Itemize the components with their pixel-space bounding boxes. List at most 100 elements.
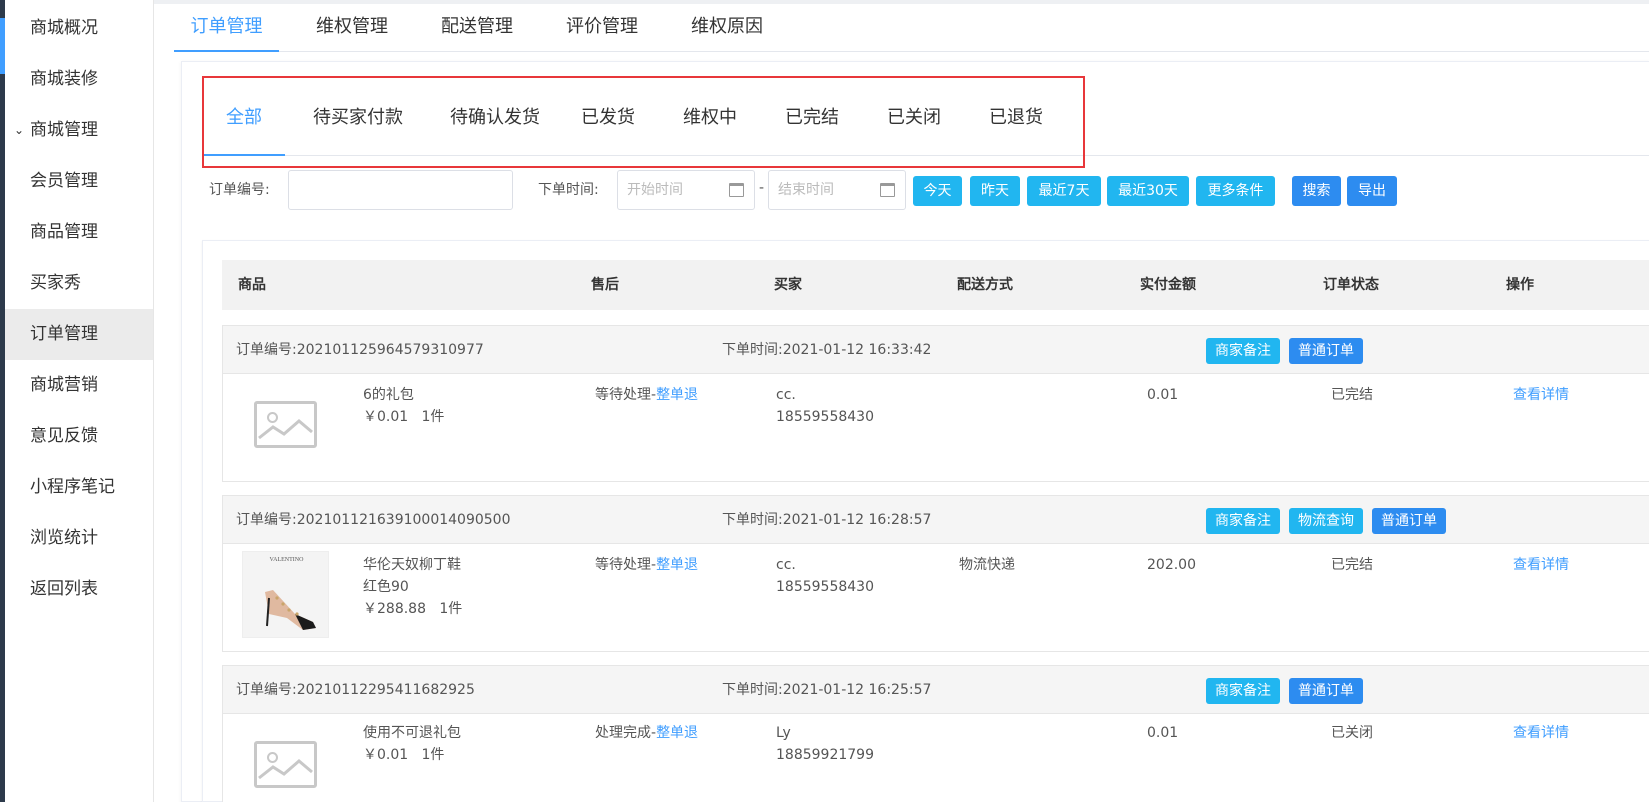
aftersale-status: 等待处理- [595, 387, 657, 403]
tab-delivery-management[interactable]: 配送管理 [427, 4, 527, 52]
last-30-days-button[interactable]: 最近30天 [1107, 176, 1189, 206]
sidebar-item-feedback[interactable]: 意见反馈 [5, 411, 153, 462]
sidebar-item-label: 商城概况 [30, 18, 98, 38]
status-tabs: 全部 待买家付款 待确认发货 已发货 维权中 已完结 已关闭 已退货 [203, 92, 1649, 156]
status-tab-pending-payment[interactable]: 待买家付款 [302, 92, 414, 156]
buyer-name: cc. [776, 387, 796, 403]
end-date-input[interactable]: 结束时间 [768, 170, 906, 210]
calendar-icon [880, 183, 895, 197]
chevron-down-icon: ⌄ [14, 123, 25, 137]
status-tab-rights-in-progress[interactable]: 维权中 [674, 92, 746, 156]
order-row: 订单编号:20210112295411682925 下单时间:2021-01-1… [222, 665, 1649, 802]
order-time-label: 下单时间: [538, 182, 599, 198]
sidebar-item-stats[interactable]: 浏览统计 [5, 513, 153, 564]
logistics-query-button[interactable]: 物流查询 [1289, 508, 1363, 534]
sidebar-item-orders[interactable]: 订单管理 [5, 309, 153, 360]
sidebar-item-miniprogram-notes[interactable]: 小程序笔记 [5, 462, 153, 513]
order-time: 下单时间:2021-01-12 16:33:42 [722, 342, 932, 358]
order-row: 订单编号:20210112596457931097​7 下单时间:2021-01… [222, 325, 1649, 482]
sidebar-item-marketing[interactable]: 商城营销 [5, 360, 153, 411]
status-tab-shipped[interactable]: 已发货 [572, 92, 644, 156]
sidebar-item-label: 商城装修 [30, 69, 98, 89]
start-date-input[interactable]: 开始时间 [617, 170, 755, 210]
product-name: 华伦天奴柳丁鞋 [363, 557, 461, 573]
order-header: 订单编号:20210112163910001409050​0 下单时间:2021… [223, 496, 1649, 544]
export-button[interactable]: 导出 [1347, 176, 1397, 206]
order-number: 订单编号:20210112163910001409050​0 [236, 512, 511, 528]
sidebar-item-label: 浏览统计 [30, 528, 98, 548]
order-header: 订单编号:20210112596457931097​7 下单时间:2021-01… [223, 326, 1649, 374]
sidebar-item-label: 买家秀 [30, 273, 81, 293]
sidebar-item-back-to-list[interactable]: 返回列表 [5, 564, 153, 615]
last-7-days-button[interactable]: 最近7天 [1027, 176, 1101, 206]
yesterday-button[interactable]: 昨天 [970, 176, 1020, 206]
sidebar-item-mall-management[interactable]: ⌄ 商城管理 [5, 105, 153, 156]
full-refund-link[interactable]: 整单退 [656, 557, 698, 573]
table-header: 商品 售后 买家 配送方式 实付金额 订单状态 操作 [222, 260, 1649, 310]
buyer-phone: 18559558430 [776, 579, 874, 595]
aftersale-cell: 处理完成-整单退 [595, 722, 698, 744]
column-header-status: 订单状态 [1323, 277, 1379, 293]
merchant-note-button[interactable]: 商家备注 [1206, 678, 1280, 704]
status-tab-all[interactable]: 全部 [203, 92, 285, 156]
image-placeholder-icon [254, 401, 317, 448]
order-type-button[interactable]: 普通订单 [1289, 678, 1363, 704]
sidebar-item-label: 商城管理 [30, 120, 98, 140]
sidebar-item-buyer-show[interactable]: 买家秀 [5, 258, 153, 309]
tab-rights-reasons[interactable]: 维权原因 [677, 4, 777, 52]
column-header-amount: 实付金额 [1140, 277, 1196, 293]
aftersale-cell: 等待处理-整单退 [595, 384, 698, 406]
aftersale-cell: 等待处理-整单退 [595, 554, 698, 576]
product-photo: VALENTINO [242, 551, 329, 638]
full-refund-link[interactable]: 整单退 [656, 387, 698, 403]
search-button[interactable]: 搜索 [1292, 176, 1341, 206]
sidebar-item-overview[interactable]: 商城概况 [5, 3, 153, 54]
end-date-placeholder: 结束时间 [778, 182, 834, 198]
view-details-link[interactable]: 查看详情 [1513, 554, 1569, 576]
product-spec: 红色90 [363, 579, 409, 595]
column-header-aftersale: 售后 [591, 277, 619, 293]
column-header-buyer: 买家 [774, 277, 802, 293]
sidebar: 商城概况 商城装修 ⌄ 商城管理 会员管理 商品管理 买家秀 订单管理 商城营销 … [5, 0, 154, 802]
buyer-phone: 18859921799 [776, 747, 874, 763]
status-tab-completed[interactable]: 已完结 [776, 92, 848, 156]
status-tab-pending-shipment[interactable]: 待确认发货 [436, 92, 554, 156]
view-details-link[interactable]: 查看详情 [1513, 384, 1569, 406]
status-tab-closed[interactable]: 已关闭 [878, 92, 950, 156]
status-tab-returned[interactable]: 已退货 [980, 92, 1052, 156]
column-header-action: 操作 [1506, 277, 1534, 293]
buyer-name: Ly [776, 725, 791, 741]
column-header-product: 商品 [238, 277, 266, 293]
order-time: 下单时间:2021-01-12 16:28:57 [722, 512, 932, 528]
merchant-note-button[interactable]: 商家备注 [1206, 338, 1280, 364]
order-type-button[interactable]: 普通订单 [1372, 508, 1446, 534]
full-refund-link[interactable]: 整单退 [656, 725, 698, 741]
tab-order-management[interactable]: 订单管理 [174, 4, 279, 52]
view-details-link[interactable]: 查看详情 [1513, 722, 1569, 744]
sidebar-item-members[interactable]: 会员管理 [5, 156, 153, 207]
paid-amount: 0.01 [1147, 387, 1179, 403]
product-price-qty: ￥0.01 1件 [363, 747, 445, 763]
merchant-note-button[interactable]: 商家备注 [1206, 508, 1280, 534]
sidebar-item-label: 小程序笔记 [30, 477, 115, 497]
product-name: 6的礼包 [363, 387, 414, 403]
today-button[interactable]: 今天 [913, 176, 962, 206]
product-name: 使用不可退礼包 [363, 725, 461, 741]
page: 商城概况 商城装修 ⌄ 商城管理 会员管理 商品管理 买家秀 订单管理 商城营销 … [0, 0, 1649, 802]
product-price-qty: ￥0.01 1件 [363, 409, 445, 425]
delivery-method: 物流快递 [959, 557, 1015, 573]
buyer-name: cc. [776, 557, 796, 573]
order-type-button[interactable]: 普通订单 [1289, 338, 1363, 364]
product-price-qty: ￥288.88 1件 [363, 601, 463, 617]
tab-rights-management[interactable]: 维权管理 [302, 4, 402, 52]
order-time: 下单时间:2021-01-12 16:25:57 [722, 682, 932, 698]
order-status: 已完结 [1331, 387, 1373, 403]
sidebar-item-products[interactable]: 商品管理 [5, 207, 153, 258]
order-number: 订单编号:20210112295411682925 [236, 682, 475, 698]
more-filters-button[interactable]: 更多条件 [1196, 176, 1275, 206]
sidebar-item-label: 意见反馈 [30, 426, 98, 446]
tab-review-management[interactable]: 评价管理 [552, 4, 652, 52]
order-row: 订单编号:20210112163910001409050​0 下单时间:2021… [222, 495, 1649, 652]
sidebar-item-decoration[interactable]: 商城装修 [5, 54, 153, 105]
order-no-input[interactable] [288, 170, 513, 210]
